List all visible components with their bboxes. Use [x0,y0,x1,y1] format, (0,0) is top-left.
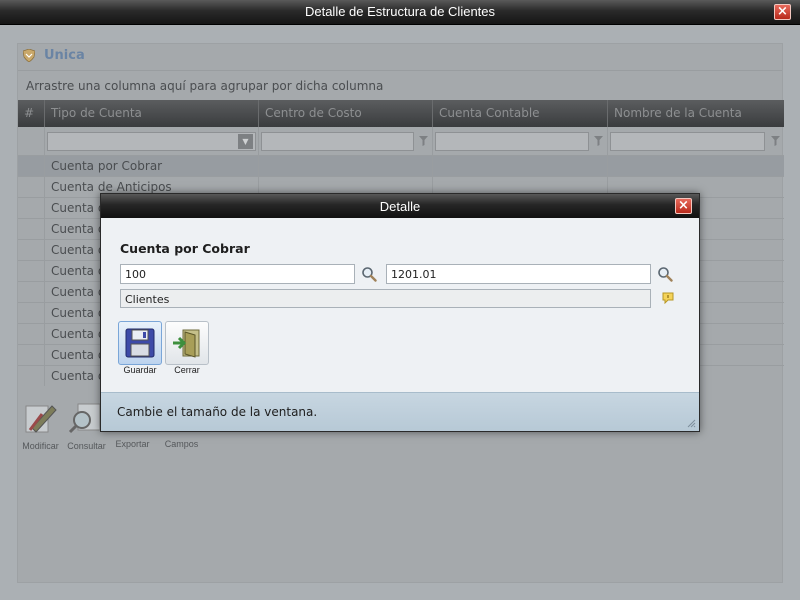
grid-header: # Tipo de Cuenta Centro de Costo Cuenta … [18,100,784,127]
chevron-down-icon[interactable]: ▼ [238,134,253,149]
filter-input-cuenta-contable[interactable] [435,132,589,151]
table-cell [18,219,45,239]
status-message: Cambie el tamaño de la ventana. [117,405,318,419]
column-header-tipo-cuenta[interactable]: Tipo de Cuenta [45,100,259,127]
table-cell [18,240,45,260]
close-icon: × [678,198,689,213]
door-exit-icon [173,329,200,358]
detalle-dialog: Detalle × Cuenta por Cobrar 100 1201.01 … [100,193,700,432]
nombre-cuenta-field: Clientes [120,289,651,308]
filter-icon[interactable] [419,136,428,146]
filter-cell-index [18,127,45,155]
floppy-disk-icon [125,328,155,358]
guardar-label: Guardar [123,365,157,375]
dialog-title: Detalle [379,199,421,214]
table-cell [18,177,45,197]
centro-costo-field[interactable]: 100 [120,264,355,284]
modificar-label: Modificar [22,441,59,451]
filter-icon[interactable] [771,136,780,146]
filter-select-tipo-cuenta[interactable]: ▼ [47,132,256,151]
filter-icon[interactable] [594,136,603,146]
table-cell [18,324,45,344]
filter-input-nombre-cuenta[interactable] [610,132,765,151]
dialog-heading: Cuenta por Cobrar [120,241,250,256]
cerrar-button[interactable] [165,321,209,365]
column-header-cuenta-contable[interactable]: Cuenta Contable [433,100,608,127]
table-cell [608,156,784,176]
table-cell [433,156,608,176]
column-header-nombre-cuenta[interactable]: Nombre de la Cuenta [608,100,784,127]
table-cell [18,366,45,386]
search-icon[interactable] [657,266,673,282]
dialog-status-bar: Cambie el tamaño de la ventana. [101,392,699,431]
edit-pencil-icon [25,405,57,433]
close-icon: × [777,4,788,19]
consultar-label: Consultar [67,441,106,451]
table-cell [18,156,45,176]
table-cell [259,156,433,176]
table-cell [18,198,45,218]
cuenta-contable-field[interactable]: 1201.01 [386,264,651,284]
resize-grip-icon[interactable] [687,419,696,428]
table-cell [18,282,45,302]
filter-input-centro-costo[interactable] [261,132,414,151]
table-cell [18,345,45,365]
cerrar-label: Cerrar [174,365,200,375]
filter-cell-centro-costo [259,127,433,155]
dialog-close-button[interactable]: × [675,198,692,214]
column-header-centro-costo[interactable]: Centro de Costo [259,100,433,127]
campos-label: Campos [164,439,199,449]
search-icon[interactable] [361,266,377,282]
window-title: Detalle de Estructura de Clientes [304,4,496,19]
group-by-area[interactable]: Arrastre una columna aquí para agrupar p… [18,70,782,100]
table-cell [18,261,45,281]
filter-row: ▼ [18,127,784,155]
cell-tipo-cuenta: Cuenta por Cobrar [45,156,259,176]
filter-cell-nombre-cuenta [608,127,784,155]
guardar-button[interactable] [118,321,162,365]
exportar-label: Exportar [115,439,150,449]
table-row[interactable]: Cuenta por Cobrar [18,155,784,176]
filter-cell-tipo-cuenta: ▼ [45,127,259,155]
window-titlebar: Detalle de Estructura de Clientes × [0,0,800,25]
dialog-titlebar[interactable]: Detalle × [101,194,699,218]
table-cell [18,303,45,323]
shield-icon [23,49,35,62]
window-close-button[interactable]: × [774,4,791,20]
column-header-index[interactable]: # [18,100,45,127]
filter-cell-cuenta-contable [433,127,608,155]
note-icon[interactable] [662,292,674,304]
panel-title: Unica [44,48,85,63]
panel-header[interactable]: Unica [18,44,782,68]
modificar-button[interactable]: Modificar [18,400,63,451]
